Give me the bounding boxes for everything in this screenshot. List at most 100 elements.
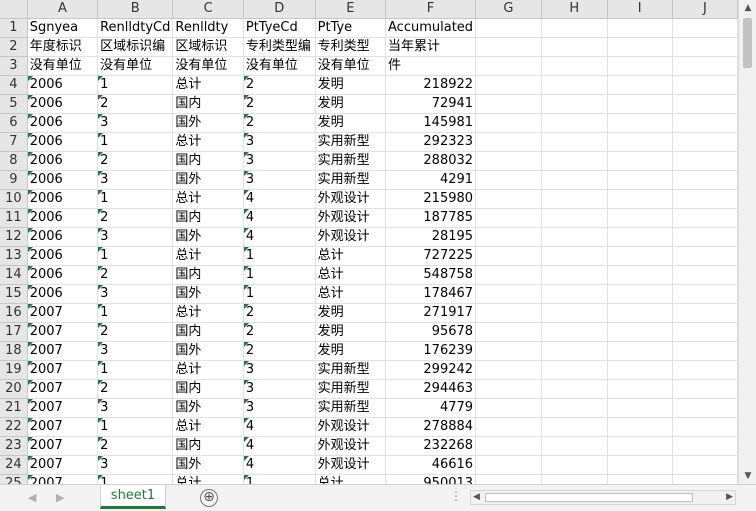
cell-g6[interactable] [475, 113, 542, 133]
cell-j4[interactable] [672, 75, 738, 95]
cell-g1[interactable] [475, 18, 542, 38]
cell-b9[interactable]: 3 [97, 170, 174, 190]
cell-j2[interactable] [672, 37, 738, 57]
cell-a14[interactable]: 2006 [27, 265, 99, 285]
cell-d7[interactable]: 3 [243, 132, 316, 152]
column-header-e[interactable]: E [315, 0, 387, 19]
cell-g19[interactable] [475, 360, 542, 380]
cell-i24[interactable] [607, 455, 673, 475]
cell-i4[interactable] [607, 75, 673, 95]
cell-j12[interactable] [672, 227, 738, 247]
row-header[interactable]: 5 [0, 94, 28, 114]
cell-g14[interactable] [475, 265, 542, 285]
cell-c2[interactable]: 区域标识 [172, 37, 244, 57]
cell-d15[interactable]: 1 [243, 284, 316, 304]
cell-a22[interactable]: 2007 [27, 417, 99, 437]
cell-a5[interactable]: 2006 [27, 94, 99, 114]
cell-j15[interactable] [672, 284, 738, 304]
cell-j5[interactable] [672, 94, 738, 114]
cell-h12[interactable] [541, 227, 608, 247]
row-header[interactable]: 4 [0, 75, 28, 95]
cell-h10[interactable] [541, 189, 608, 209]
cell-j7[interactable] [672, 132, 738, 152]
scroll-left-icon[interactable]: ◀ [473, 491, 480, 504]
cell-d18[interactable]: 2 [243, 341, 316, 361]
cell-e1[interactable]: PtTye [315, 18, 387, 38]
cell-h3[interactable] [541, 56, 608, 76]
cell-a15[interactable]: 2006 [27, 284, 99, 304]
cell-b8[interactable]: 2 [97, 151, 174, 171]
cell-d25[interactable]: 1 [243, 474, 316, 484]
cell-b3[interactable]: 没有单位 [97, 56, 174, 76]
cell-c1[interactable]: Renlldty [172, 18, 244, 38]
cell-d1[interactable]: PtTyeCd [243, 18, 316, 38]
cell-c16[interactable]: 总计 [172, 303, 244, 323]
cell-e14[interactable]: 总计 [315, 265, 387, 285]
cell-g9[interactable] [475, 170, 542, 190]
cell-d23[interactable]: 4 [243, 436, 316, 456]
column-header-g[interactable]: G [475, 0, 542, 19]
column-header-j[interactable]: J [672, 0, 738, 19]
row-header[interactable]: 1 [0, 18, 28, 38]
cell-b11[interactable]: 2 [97, 208, 174, 228]
cell-e22[interactable]: 外观设计 [315, 417, 387, 437]
scroll-up-icon[interactable]: ▲ [742, 2, 754, 14]
cell-j23[interactable] [672, 436, 738, 456]
cell-b12[interactable]: 3 [97, 227, 174, 247]
cell-h24[interactable] [541, 455, 608, 475]
cell-a25[interactable]: 2007 [27, 474, 99, 484]
cell-a24[interactable]: 2007 [27, 455, 99, 475]
cell-c11[interactable]: 国内 [172, 208, 244, 228]
cell-c22[interactable]: 总计 [172, 417, 244, 437]
cell-g24[interactable] [475, 455, 542, 475]
cell-j25[interactable] [672, 474, 738, 484]
cell-i21[interactable] [607, 398, 673, 418]
cell-i3[interactable] [607, 56, 673, 76]
horizontal-scrollbar[interactable]: ◀ ▶ [470, 490, 736, 505]
cell-i7[interactable] [607, 132, 673, 152]
cell-h23[interactable] [541, 436, 608, 456]
cell-i16[interactable] [607, 303, 673, 323]
cell-f8[interactable]: 288032 [385, 151, 477, 171]
scroll-right-icon[interactable]: ▶ [726, 491, 733, 504]
cell-f11[interactable]: 187785 [385, 208, 477, 228]
cell-i15[interactable] [607, 284, 673, 304]
cell-a8[interactable]: 2006 [27, 151, 99, 171]
cell-e3[interactable]: 没有单位 [315, 56, 387, 76]
cell-e20[interactable]: 实用新型 [315, 379, 387, 399]
cell-e13[interactable]: 总计 [315, 246, 387, 266]
cell-i22[interactable] [607, 417, 673, 437]
cell-f3[interactable]: 件 [385, 56, 477, 76]
cell-h6[interactable] [541, 113, 608, 133]
row-header[interactable]: 11 [0, 208, 28, 228]
cell-i17[interactable] [607, 322, 673, 342]
cell-a12[interactable]: 2006 [27, 227, 99, 247]
cell-b4[interactable]: 1 [97, 75, 174, 95]
cell-f13[interactable]: 727225 [385, 246, 477, 266]
cell-h1[interactable] [541, 18, 608, 38]
cell-d10[interactable]: 4 [243, 189, 316, 209]
cell-b1[interactable]: RenlldtyCd [97, 18, 174, 38]
cell-d16[interactable]: 2 [243, 303, 316, 323]
cell-i6[interactable] [607, 113, 673, 133]
cell-c13[interactable]: 总计 [172, 246, 244, 266]
cell-h25[interactable] [541, 474, 608, 484]
cell-d3[interactable]: 没有单位 [243, 56, 316, 76]
cell-h15[interactable] [541, 284, 608, 304]
cell-e4[interactable]: 发明 [315, 75, 387, 95]
cell-a4[interactable]: 2006 [27, 75, 99, 95]
cell-i12[interactable] [607, 227, 673, 247]
row-header[interactable]: 3 [0, 56, 28, 76]
cell-e2[interactable]: 专利类型 [315, 37, 387, 57]
cell-e5[interactable]: 发明 [315, 94, 387, 114]
row-header[interactable]: 22 [0, 417, 28, 437]
cell-a3[interactable]: 没有单位 [27, 56, 99, 76]
add-sheet-icon[interactable]: ⊕ [200, 489, 218, 507]
cell-h20[interactable] [541, 379, 608, 399]
row-header[interactable]: 21 [0, 398, 28, 418]
cell-h18[interactable] [541, 341, 608, 361]
cell-e16[interactable]: 发明 [315, 303, 387, 323]
cell-c4[interactable]: 总计 [172, 75, 244, 95]
column-header-a[interactable]: A [27, 0, 99, 19]
row-header[interactable]: 16 [0, 303, 28, 323]
